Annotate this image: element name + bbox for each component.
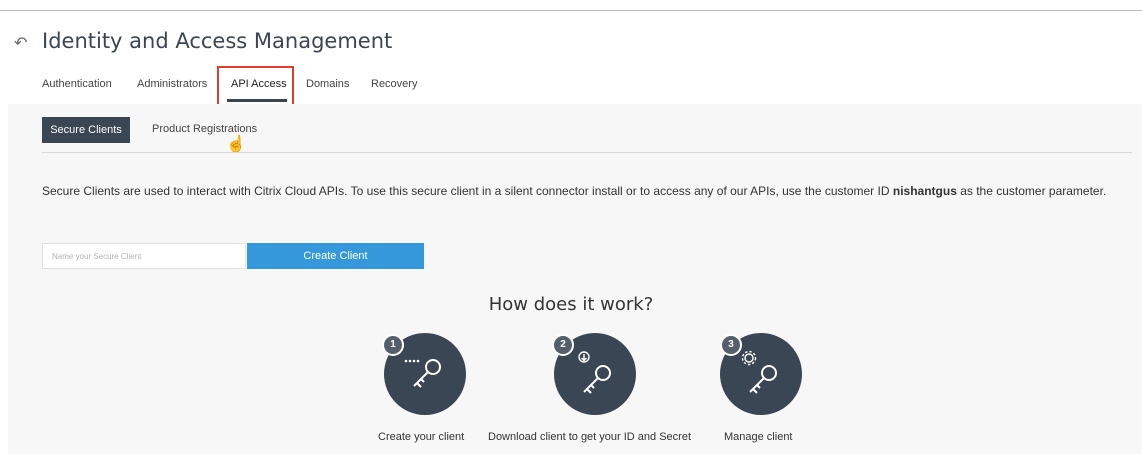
step-2-number: 2 xyxy=(552,334,574,356)
step-3-label: Manage client xyxy=(724,431,793,443)
tab-administrators[interactable]: Administrators xyxy=(137,78,207,90)
subtab-divider xyxy=(42,152,1132,153)
description-after: as the customer parameter. xyxy=(956,184,1107,198)
step-1-number: 1 xyxy=(382,334,404,356)
tab-authentication[interactable]: Authentication xyxy=(42,78,112,90)
create-client-button[interactable]: Create Client xyxy=(247,243,424,269)
annotation-highlight-box xyxy=(217,66,294,108)
step-1-label: Create your client xyxy=(378,431,465,443)
step-3-number: 3 xyxy=(720,334,742,356)
subtab-secure-clients[interactable]: Secure Clients xyxy=(42,117,130,143)
top-divider xyxy=(0,10,1142,11)
page-title: Identity and Access Management xyxy=(42,29,393,53)
description-before: Secure Clients are used to interact with… xyxy=(42,184,893,198)
secure-client-name-input[interactable] xyxy=(42,243,246,269)
tab-recovery[interactable]: Recovery xyxy=(371,78,417,90)
how-it-works-title: How does it work? xyxy=(488,294,654,315)
step-2-label: Download client to get your ID and Secre… xyxy=(488,431,692,443)
description-text: Secure Clients are used to interact with… xyxy=(42,180,1137,203)
back-arrow-icon[interactable]: ↶ xyxy=(14,36,27,52)
customer-id: nishantgus xyxy=(892,184,957,198)
hand-cursor-icon: ☝ xyxy=(226,136,246,153)
tab-domains[interactable]: Domains xyxy=(306,78,349,90)
